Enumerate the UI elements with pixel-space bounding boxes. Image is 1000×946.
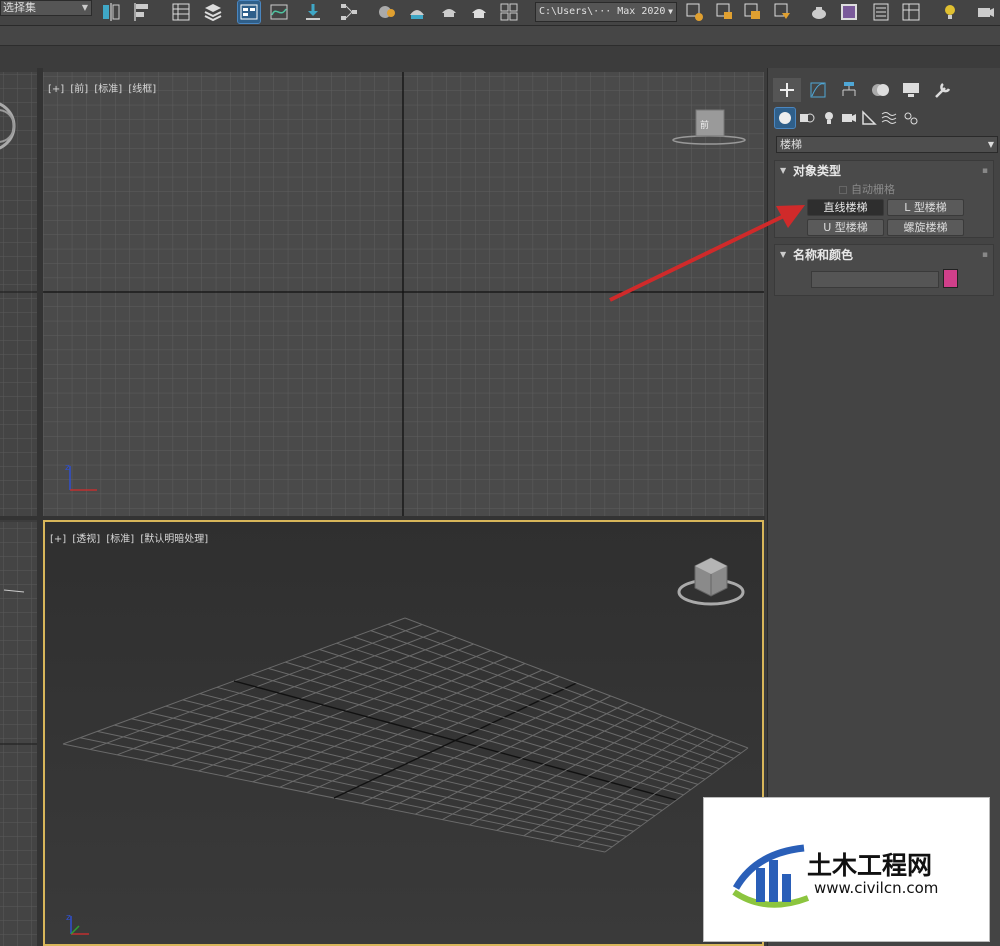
shapes-icon[interactable] [797, 108, 817, 128]
helpers-icon[interactable] [859, 108, 879, 128]
ribbon-strip [0, 26, 1000, 46]
create-categories [773, 106, 997, 130]
chevron-down-icon: ▼ [81, 3, 88, 12]
material-editor-icon[interactable] [376, 1, 398, 23]
chevron-down-icon: ▼ [987, 140, 994, 149]
vp-menu-view[interactable]: [前] [70, 84, 88, 95]
ribbon-toggle-icon[interactable] [237, 0, 261, 24]
render-iterative-icon[interactable] [498, 1, 520, 23]
schematic-view-icon[interactable] [338, 1, 360, 23]
lights-icon[interactable] [819, 108, 839, 128]
object-category-value: 楼梯 [780, 138, 802, 151]
hierarchy-icon[interactable] [835, 78, 863, 102]
watermark-url: www.civilcn.com [814, 879, 939, 897]
render-window-icon[interactable] [838, 1, 860, 23]
watermark-title: 土木工程网 [807, 851, 933, 880]
svg-text:z: z [65, 463, 70, 473]
motion-icon[interactable] [866, 78, 894, 102]
camera-icon[interactable] [974, 1, 996, 23]
left-viewport-bottom[interactable] [0, 522, 37, 946]
geometry-icon[interactable] [774, 107, 796, 129]
annotation-arrow-icon [609, 205, 805, 302]
left-viewport-bottom-grid [0, 522, 37, 946]
object-name-field[interactable] [811, 271, 939, 288]
rollout-handle-icon: ▪ [981, 166, 988, 176]
perspective-grid: z [62, 557, 749, 935]
save-file-icon[interactable] [714, 1, 736, 23]
vp-menu-plus[interactable]: [+] [50, 534, 66, 545]
object-type-title: 对象类型 [793, 164, 842, 178]
selection-set-label: 选择集 [3, 1, 36, 14]
left-viewport-grid [0, 72, 37, 516]
left-viewport-top[interactable] [0, 72, 37, 516]
vp-menu-shading[interactable]: [线框] [128, 84, 156, 95]
svg-text:z: z [66, 913, 71, 923]
main-toolbar: 选择集 ▼ C:\Users\··· Max 2020 ▼ [0, 0, 1000, 26]
rollout-handle-icon: ▪ [981, 250, 988, 260]
render-setup-icon[interactable] [406, 1, 428, 23]
create-icon[interactable] [773, 78, 801, 102]
scene-states-icon[interactable] [870, 1, 892, 23]
align-icon[interactable] [132, 1, 154, 23]
render-production-icon[interactable] [468, 1, 490, 23]
perspective-viewport-label[interactable]: [+] [透视] [标准] [默认明暗处理] [50, 530, 211, 545]
axis-tripod-icon: z [66, 913, 89, 935]
cameras-icon[interactable] [839, 108, 859, 128]
teapot-render-icon[interactable] [808, 1, 830, 23]
svg-text:前: 前 [700, 119, 709, 131]
selection-set-dropdown[interactable]: 选择集 ▼ [0, 0, 92, 16]
auto-grid-label: 自动栅格 [851, 183, 895, 196]
front-viewport-label[interactable]: [+] [前] [标准] [线框] [48, 80, 159, 95]
perspective-viewport[interactable]: z [+] [透视] [标准] [默认明暗处理] [43, 520, 764, 946]
watermark-panel: 土木工程网 www.civilcn.com [703, 797, 990, 942]
checkbox-icon [839, 186, 847, 194]
command-panel-tabs [773, 78, 997, 102]
mirror-icon[interactable] [100, 1, 122, 23]
workspace-strip [0, 46, 1000, 68]
vp-menu-shading[interactable]: [默认明暗处理] [140, 534, 208, 545]
utilities-icon[interactable] [928, 78, 956, 102]
vp-menu-standard[interactable]: [标准] [94, 84, 122, 95]
asset-tracking-icon[interactable] [772, 1, 794, 23]
open-file-icon[interactable] [684, 1, 706, 23]
vp-menu-view[interactable]: [透视] [72, 534, 100, 545]
collapse-triangle-icon: ▼ [780, 166, 787, 175]
systems-icon[interactable] [901, 108, 921, 128]
dope-sheet-icon[interactable] [302, 1, 324, 23]
light-bulb-icon[interactable] [940, 1, 962, 23]
grid-line [387, 623, 742, 754]
chevron-down-icon: ▼ [668, 7, 673, 16]
vp-menu-plus[interactable]: [+] [48, 84, 64, 95]
modify-icon[interactable] [804, 78, 832, 102]
object-type-header[interactable]: ▼ 对象类型 ▪ [775, 161, 993, 181]
spacewarps-icon[interactable] [879, 108, 899, 128]
scene-explorer-icon[interactable] [170, 1, 192, 23]
batch-render-icon[interactable] [900, 1, 922, 23]
layer-explorer-icon[interactable] [202, 1, 224, 23]
vp-menu-standard[interactable]: [标准] [106, 534, 134, 545]
viewcube-icon[interactable] [677, 557, 745, 606]
ground-grid [62, 617, 749, 853]
project-path-value: C:\Users\··· Max 2020 [539, 6, 666, 17]
spiral-stair-button[interactable]: 螺旋楼梯 [887, 219, 964, 236]
l-type-stair-button[interactable]: L 型楼梯 [887, 199, 964, 216]
object-color-swatch[interactable] [943, 269, 958, 288]
object-category-dropdown[interactable]: 楼梯 ▼ [776, 136, 998, 153]
grid-line [370, 630, 734, 759]
display-icon[interactable] [897, 78, 925, 102]
rendered-frame-icon[interactable] [438, 1, 460, 23]
project-folder-icon[interactable] [742, 1, 764, 23]
project-path-dropdown[interactable]: C:\Users\··· Max 2020 ▼ [535, 2, 677, 22]
curve-editor-icon[interactable] [268, 1, 290, 23]
